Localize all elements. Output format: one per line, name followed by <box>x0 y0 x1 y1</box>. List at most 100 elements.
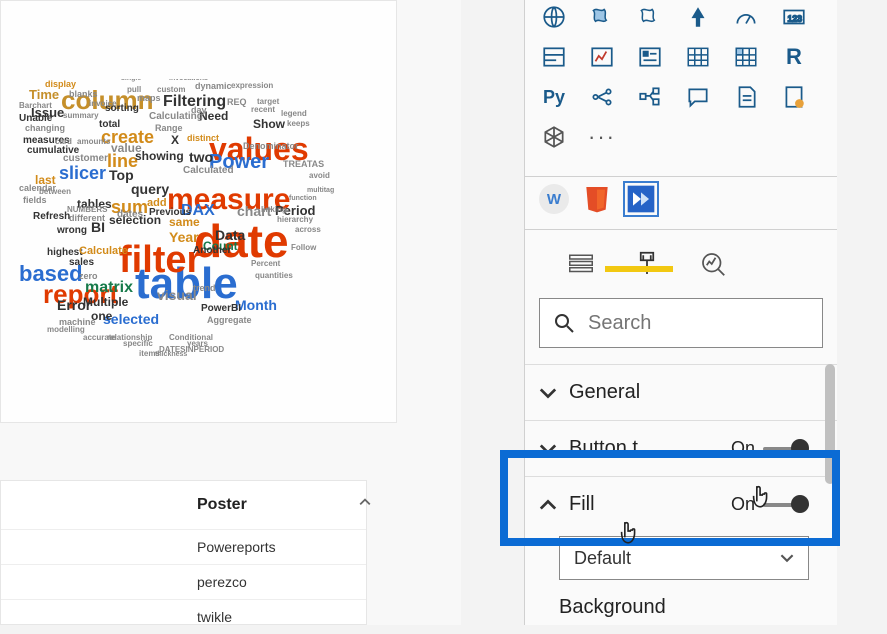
wordcloud-word: years <box>187 339 208 348</box>
viz-kpi-icon[interactable] <box>587 42 617 72</box>
wordcloud-word: changing <box>25 123 65 133</box>
report-canvas[interactable]: datetablefiltervaluesmeasurecolumnreport… <box>0 0 461 625</box>
wordcloud-word: PowerBI <box>201 303 241 314</box>
wordcloud-word: zero <box>79 271 98 281</box>
format-button-text[interactable]: Button t... On <box>525 420 837 476</box>
wordcloud-word: specific <box>123 339 153 348</box>
viz-more-icon[interactable] <box>539 122 569 152</box>
toggle-label: On <box>731 494 755 515</box>
wordcloud-word: across <box>295 225 321 234</box>
r-label: R <box>786 44 802 70</box>
wordcloud-word: X <box>171 133 179 147</box>
wordcloud-word: cumulative <box>27 145 79 156</box>
wordcloud-word: filter <box>119 239 201 282</box>
viz-paginated-icon[interactable] <box>779 82 809 112</box>
wordcloud-visual[interactable]: datetablefiltervaluesmeasurecolumnreport… <box>0 0 397 423</box>
format-background-label: Background <box>525 586 837 629</box>
viz-ellipsis-icon[interactable]: ··· <box>587 122 617 152</box>
wordcloud-word: query <box>131 181 169 197</box>
custom-viz-html[interactable] <box>581 183 613 215</box>
format-general[interactable]: General <box>525 364 837 420</box>
wordcloud-word: linking <box>261 205 287 214</box>
wordcloud-word: NUMBERS <box>67 205 107 214</box>
viz-key-influencers-icon[interactable] <box>587 82 617 112</box>
wordcloud-word: sales <box>69 257 94 268</box>
cell: twikle <box>197 609 232 625</box>
viz-matrix-icon[interactable] <box>731 42 761 72</box>
viz-filled-map-icon[interactable] <box>587 2 617 32</box>
wordcloud-word: card <box>55 137 72 146</box>
viz-r-script-icon[interactable]: R <box>779 42 809 72</box>
button-text-toggle[interactable]: On <box>731 438 809 459</box>
format-search[interactable] <box>539 298 823 348</box>
scrollbar-thumb[interactable] <box>825 364 835 484</box>
format-tabs <box>525 230 837 288</box>
cell: perezco <box>197 574 247 590</box>
format-label: Button t... <box>569 437 719 460</box>
tab-fields-icon[interactable] <box>563 246 599 282</box>
viz-arrow-icon[interactable] <box>683 2 713 32</box>
wordcloud-word: REQ <box>227 97 247 107</box>
viz-gauge-icon[interactable] <box>731 2 761 32</box>
wordcloud-word: Multiple <box>83 295 128 309</box>
toggle-label: On <box>731 438 755 459</box>
viz-decomposition-tree-icon[interactable] <box>635 82 665 112</box>
wordcloud-word: function <box>289 195 317 202</box>
viz-narrative-icon[interactable] <box>731 82 761 112</box>
py-label: Py <box>543 87 565 108</box>
wordcloud-word: pull <box>127 85 141 94</box>
custom-viz-wordcloud[interactable]: W <box>539 184 569 214</box>
wordcloud-word: single <box>121 79 141 82</box>
chevron-down-icon <box>780 551 794 565</box>
wordcloud-word: thickness <box>155 351 187 358</box>
viz-qa-icon[interactable] <box>683 82 713 112</box>
tab-analytics-icon[interactable] <box>695 246 731 282</box>
viz-globe-icon[interactable] <box>539 2 569 32</box>
wordcloud-word: hierarchy <box>277 215 313 224</box>
wordcloud-word: accurate <box>83 333 116 342</box>
wordcloud-word: multitag <box>307 187 334 194</box>
tab-format-icon[interactable] <box>629 246 665 282</box>
wordcloud-word: make <box>149 79 167 80</box>
wordcloud-word: TREATAS <box>283 159 324 169</box>
visualization-gallery: 123 R Py ··· <box>525 0 837 170</box>
format-fill[interactable]: Fill On <box>525 476 837 532</box>
viz-python-icon[interactable]: Py <box>539 82 569 112</box>
table-header: Poster <box>1 481 366 529</box>
viz-slicer-icon[interactable] <box>635 42 665 72</box>
fill-state-dropdown[interactable]: Default <box>559 536 809 580</box>
column-header-poster: Poster <box>197 496 247 514</box>
wordcloud-word: keeps <box>287 119 310 128</box>
fill-toggle[interactable]: On <box>731 494 809 515</box>
wordcloud-word: trend <box>193 283 216 293</box>
chevron-up-icon <box>539 496 557 514</box>
viz-card-icon[interactable]: 123 <box>779 2 809 32</box>
wordcloud-word: two <box>189 149 213 165</box>
wordcloud-word: Follow <box>291 243 316 252</box>
table-scroll-up[interactable] <box>356 493 374 511</box>
wordcloud-word: dynamic <box>195 81 232 91</box>
wordcloud-word: showing <box>135 149 184 163</box>
wordcloud-word: machine <box>59 317 96 327</box>
wordcloud-word: total <box>99 119 120 130</box>
wordcloud-word: quantities <box>255 271 293 280</box>
wordcloud-word: avoid <box>309 171 330 180</box>
table-visual[interactable]: Poster Powereports perezco twikle <box>0 480 367 625</box>
wordcloud-word: Aggregate <box>207 315 252 325</box>
custom-viz-flow[interactable] <box>625 183 657 215</box>
wordcloud-word: summary <box>63 111 99 120</box>
chevron-down-icon <box>539 384 557 402</box>
wordcloud-word: Calculate <box>79 245 128 257</box>
table-row: Powereports <box>1 529 366 564</box>
viz-shape-map-icon[interactable] <box>635 2 665 32</box>
format-label: Background <box>559 596 666 618</box>
wordcloud-word: fields <box>23 195 47 205</box>
wordcloud-word: visual <box>157 287 197 303</box>
viz-multirow-card-icon[interactable] <box>539 42 569 72</box>
wordcloud-word: expression <box>231 81 273 90</box>
format-section-list: General Button t... On Fill On Default B… <box>525 364 837 629</box>
search-input[interactable] <box>588 312 810 335</box>
viz-table-icon[interactable] <box>683 42 713 72</box>
wordcloud-word: maps <box>137 93 161 103</box>
format-label: Fill <box>569 493 719 516</box>
